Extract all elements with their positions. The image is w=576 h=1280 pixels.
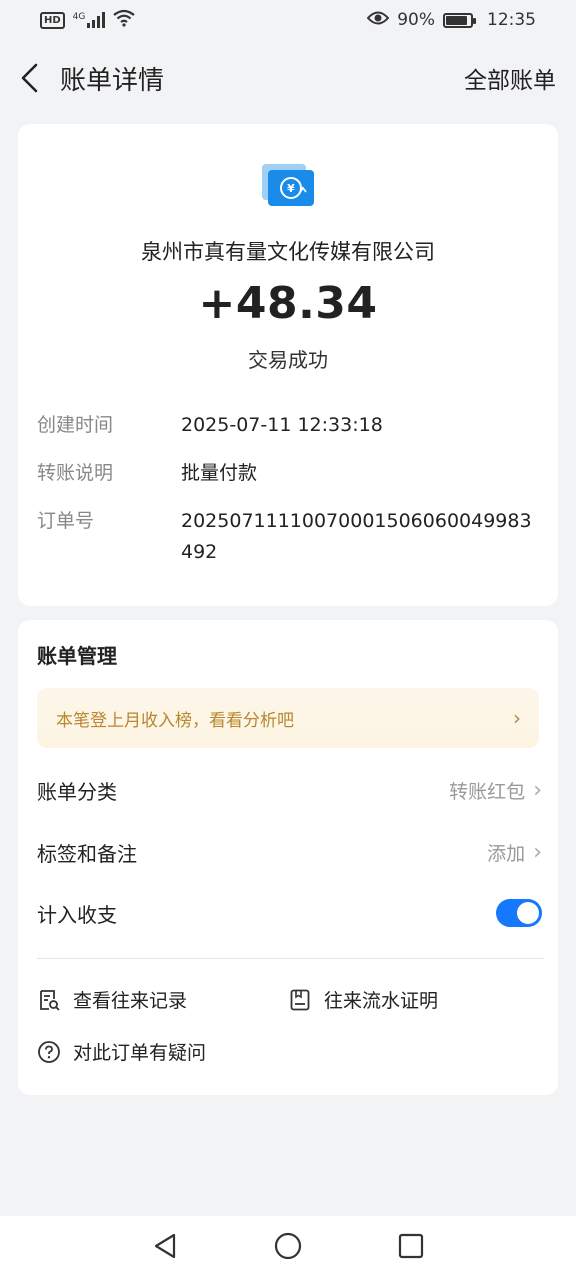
row-label: 账单分类 [37,779,117,804]
detail-key: 转账说明 [37,462,114,484]
tags-value: 添加 [487,842,526,865]
view-history-button[interactable]: 查看往来记录 [37,986,187,1013]
bill-category-row[interactable]: 账单分类 转账红包 › [37,772,542,808]
document-icon [288,988,312,1012]
chevron-right-icon: › [533,839,542,865]
include-toggle[interactable] [496,899,542,927]
transaction-card: ¥ 泉州市真有量文化传媒有限公司 +48.34 交易成功 创建时间 2025-0… [18,124,558,606]
network-type: 4G [72,12,86,22]
include-in-stats-row: 计入收支 [37,895,542,931]
order-question-button[interactable]: 对此订单有疑问 [37,1038,206,1065]
transaction-status: 交易成功 [248,348,328,372]
eye-icon [366,10,390,31]
income-rank-banner[interactable]: 本笔登上月收入榜，看看分析吧 › [37,688,539,748]
header-left: 账单详情 [18,60,164,97]
detail-value: 批量付款 [181,462,258,484]
statement-proof-button[interactable]: 往来流水证明 [288,986,438,1013]
system-nav-bar [0,1216,576,1280]
detail-row-order-number: 订单号 20250711110070001506060049983492 [37,506,542,568]
all-bills-link[interactable]: 全部账单 [464,61,556,95]
row-right: 转账红包 › [449,777,542,804]
order-number[interactable]: 20250711110070001506060049983492 [181,506,536,568]
detail-row-transfer-note: 转账说明 批量付款 [37,458,542,489]
detail-row-created-time: 创建时间 2025-07-11 12:33:18 [37,410,542,441]
record-search-icon [37,988,61,1012]
promo-text: 本笔登上月收入榜，看看分析吧 [56,710,294,731]
detail-key: 创建时间 [37,414,114,436]
action-label: 查看往来记录 [73,990,188,1012]
action-label: 往来流水证明 [324,990,439,1012]
page-title: 账单详情 [60,65,165,96]
back-icon[interactable] [18,62,42,94]
question-icon [37,1040,61,1064]
detail-value: 2025-07-11 12:33:18 [181,414,383,436]
chevron-right-icon: › [533,777,542,803]
status-bar: HD 4G 90% 12:35 [0,0,576,40]
transaction-amount: +48.34 [198,278,378,329]
chevron-right-icon: › [513,706,521,730]
battery-icon [443,12,476,28]
row-right: 添加 › [487,839,542,866]
divider [37,958,544,959]
category-value: 转账红包 [449,780,526,803]
nav-home-icon[interactable] [274,1232,302,1264]
nav-back-icon[interactable] [152,1232,178,1264]
toggle-knob [517,902,539,924]
action-label: 对此订单有疑问 [73,1042,207,1064]
bill-management-card: 账单管理 本笔登上月收入榜，看看分析吧 › 账单分类 转账红包 › 标签和备注 … [18,620,558,1095]
section-title: 账单管理 [37,644,117,668]
wifi-icon [113,9,136,32]
clock: 12:35 [487,10,536,30]
app-header: 账单详情 全部账单 [0,48,576,108]
svg-text:¥: ¥ [287,182,295,195]
payee-name: 泉州市真有量文化传媒有限公司 [141,240,435,264]
transfer-icon: ¥ [262,164,316,210]
nav-recent-icon[interactable] [398,1233,424,1263]
signal-icon: 4G [73,12,106,28]
hd-badge: HD [40,11,65,29]
row-label: 计入收支 [37,902,117,927]
battery-percent: 90% [397,10,435,30]
detail-key: 订单号 [37,510,95,532]
status-left: HD 4G [40,9,136,32]
status-right: 90% 12:35 [366,10,536,31]
tags-notes-row[interactable]: 标签和备注 添加 › [37,834,542,870]
row-label: 标签和备注 [37,841,137,866]
